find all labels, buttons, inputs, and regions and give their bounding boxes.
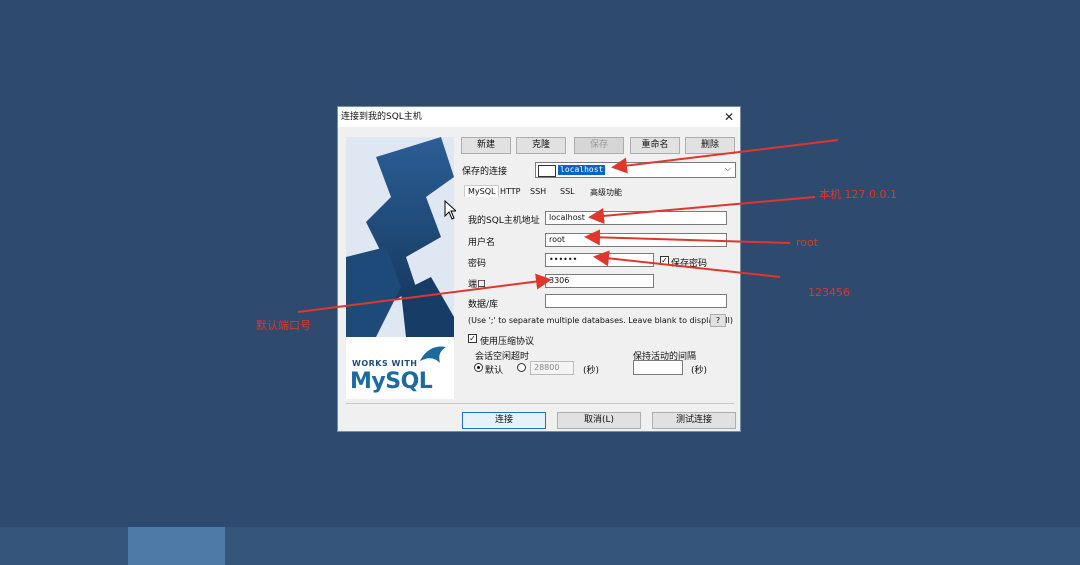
host-annotation: 本机 127.0.0.1	[819, 188, 897, 201]
arrow-to-password	[593, 250, 781, 278]
annotation-arrows	[297, 139, 839, 313]
password-annotation: 123456	[808, 286, 850, 299]
arrow-to-saved-connection	[611, 139, 839, 174]
user-annotation: root	[796, 236, 819, 249]
arrow-to-port	[297, 273, 552, 313]
port-annotation: 默认端口号	[256, 319, 311, 332]
arrow-to-host	[588, 196, 816, 224]
arrow-to-user	[584, 229, 791, 246]
mouse-cursor-icon	[444, 200, 456, 220]
